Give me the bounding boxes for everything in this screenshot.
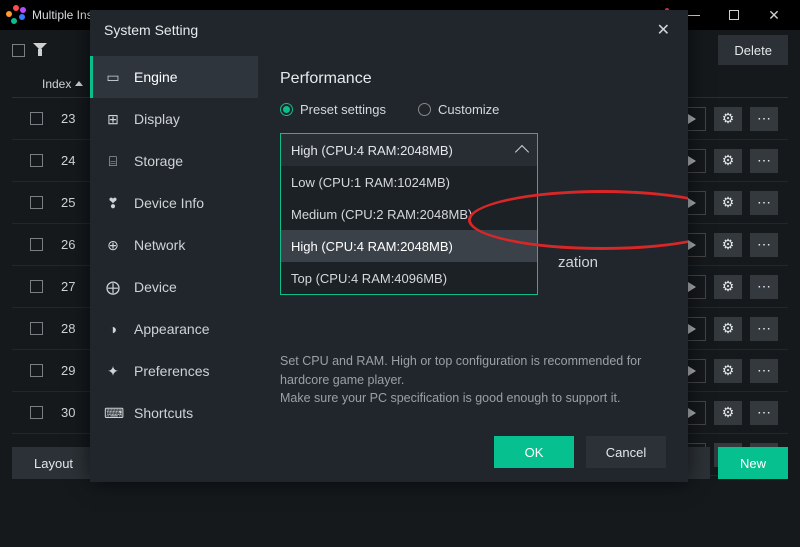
row-settings-button[interactable]: ⚙ [714, 107, 742, 131]
dropdown-option[interactable]: Low (CPU:1 RAM:1024MB) [281, 166, 537, 198]
select-all-checkbox[interactable] [12, 44, 25, 57]
row-more-button[interactable]: ⋯ [750, 359, 778, 383]
sidebar-item-label: Shortcuts [134, 405, 193, 421]
new-button[interactable]: New [718, 447, 788, 479]
sidebar-item-display[interactable]: ⊞ Display [90, 98, 258, 140]
row-more-button[interactable]: ⋯ [750, 317, 778, 341]
obscured-text: zation [558, 254, 598, 271]
sidebar-item-label: Storage [134, 153, 183, 169]
preferences-icon: ✦ [104, 363, 122, 380]
dropdown-selected-value: High (CPU:4 RAM:2048MB) [291, 143, 453, 158]
storage-icon: ⌸ [104, 153, 122, 170]
play-icon [688, 324, 696, 334]
play-icon [688, 114, 696, 124]
dropdown-option[interactable]: Medium (CPU:2 RAM:2048MB) [281, 198, 537, 230]
radio-preset-label: Preset settings [300, 102, 386, 117]
sidebar-item-storage[interactable]: ⌸ Storage [90, 140, 258, 182]
sidebar-item-network[interactable]: ⊕ Network [90, 224, 258, 266]
row-checkbox[interactable] [30, 112, 43, 125]
cancel-button[interactable]: Cancel [586, 436, 666, 468]
sidebar-item-label: Preferences [134, 363, 209, 379]
chevron-up-icon [515, 145, 529, 159]
sidebar-item-label: Device Info [134, 195, 204, 211]
play-icon [688, 366, 696, 376]
row-more-button[interactable]: ⋯ [750, 275, 778, 299]
row-more-button[interactable]: ⋯ [750, 191, 778, 215]
row-checkbox[interactable] [30, 196, 43, 209]
play-icon [688, 156, 696, 166]
row-settings-button[interactable]: ⚙ [714, 149, 742, 173]
radio-preset[interactable]: Preset settings [280, 102, 386, 117]
display-icon: ⊞ [104, 111, 122, 128]
sidebar-item-device[interactable]: ⨁ Device [90, 266, 258, 308]
sidebar-item-label: Device [134, 279, 177, 295]
play-icon [688, 198, 696, 208]
modal-title: System Setting [104, 22, 198, 38]
network-icon: ⊕ [104, 237, 122, 254]
dropdown-option[interactable]: Top (CPU:4 RAM:4096MB) [281, 262, 537, 294]
row-more-button[interactable]: ⋯ [750, 401, 778, 425]
app-logo-icon [6, 5, 26, 25]
ok-button[interactable]: OK [494, 436, 574, 468]
performance-dropdown[interactable]: High (CPU:4 RAM:2048MB) Low (CPU:1 RAM:1… [280, 133, 538, 295]
row-checkbox[interactable] [30, 364, 43, 377]
row-more-button[interactable]: ⋯ [750, 107, 778, 131]
row-settings-button[interactable]: ⚙ [714, 317, 742, 341]
sidebar-item-device-info[interactable]: ❣ Device Info [90, 182, 258, 224]
sidebar-item-label: Display [134, 111, 180, 127]
row-checkbox[interactable] [30, 322, 43, 335]
row-checkbox[interactable] [30, 238, 43, 251]
play-icon [688, 282, 696, 292]
sidebar-item-preferences[interactable]: ✦ Preferences [90, 350, 258, 392]
sidebar-item-label: Appearance [134, 321, 210, 337]
app-title: Multiple Ins [32, 8, 93, 22]
delete-button[interactable]: Delete [718, 35, 788, 65]
row-more-button[interactable]: ⋯ [750, 233, 778, 257]
device-icon: ⨁ [104, 279, 122, 296]
row-more-button[interactable]: ⋯ [750, 149, 778, 173]
layout-button[interactable]: Layout [12, 447, 95, 479]
index-column-header[interactable]: Index [42, 77, 71, 91]
play-icon [688, 240, 696, 250]
row-settings-button[interactable]: ⚙ [714, 359, 742, 383]
sidebar-item-appearance[interactable]: ◑ Appearance [90, 308, 258, 350]
panel-heading: Performance [280, 70, 666, 88]
sidebar-item-label: Network [134, 237, 185, 253]
sidebar-item-engine[interactable]: ▭ Engine [90, 56, 258, 98]
engine-icon: ▭ [104, 69, 122, 86]
radio-customize-label: Customize [438, 102, 499, 117]
device-info-icon: ❣ [104, 195, 122, 212]
sort-asc-icon [75, 81, 83, 86]
note-line-1: Set CPU and RAM. High or top configurati… [280, 352, 666, 390]
row-checkbox[interactable] [30, 280, 43, 293]
sidebar-item-shortcuts[interactable]: ⌨ Shortcuts [90, 392, 258, 422]
dropdown-option[interactable]: High (CPU:4 RAM:2048MB) [281, 230, 537, 262]
play-icon [688, 408, 696, 418]
maximize-button[interactable] [714, 2, 754, 28]
row-settings-button[interactable]: ⚙ [714, 275, 742, 299]
row-settings-button[interactable]: ⚙ [714, 191, 742, 215]
radio-customize[interactable]: Customize [418, 102, 499, 117]
appearance-icon: ◑ [104, 321, 122, 337]
filter-icon[interactable] [33, 43, 47, 57]
row-checkbox[interactable] [30, 406, 43, 419]
row-settings-button[interactable]: ⚙ [714, 401, 742, 425]
system-setting-modal: System Setting ✕ ▭ Engine ⊞ Display ⌸ Storage… [90, 10, 688, 482]
row-checkbox[interactable] [30, 154, 43, 167]
close-window-button[interactable]: ✕ [754, 2, 794, 28]
sidebar-item-label: Engine [134, 69, 178, 85]
note-line-2: Make sure your PC specification is good … [280, 389, 666, 408]
row-settings-button[interactable]: ⚙ [714, 233, 742, 257]
modal-close-button[interactable]: ✕ [653, 16, 674, 44]
shortcuts-icon: ⌨ [104, 405, 122, 422]
